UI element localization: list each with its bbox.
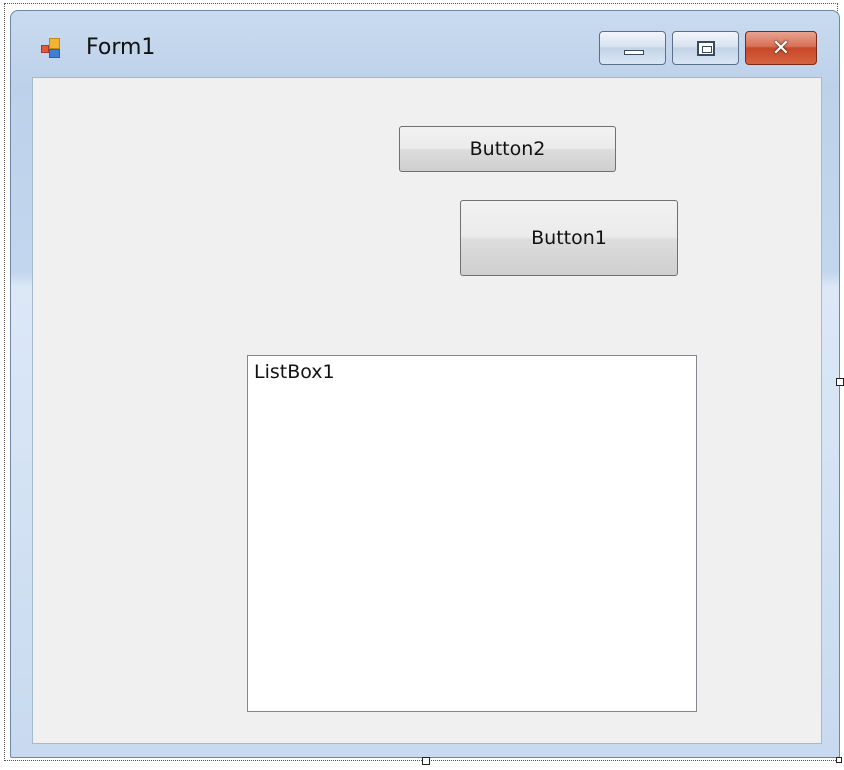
form-app-icon[interactable]: [41, 38, 61, 58]
caption-buttons: ✕: [599, 31, 817, 67]
form-window: Form1 ✕ Button2 Button1 ListBox1: [10, 10, 840, 758]
button2[interactable]: Button2: [399, 126, 616, 172]
title-bar[interactable]: Form1 ✕: [11, 11, 839, 77]
close-button[interactable]: ✕: [745, 31, 817, 65]
maximize-icon: [697, 41, 715, 56]
resize-handle-right[interactable]: [836, 378, 844, 386]
form-client-area: Button2 Button1 ListBox1: [32, 77, 822, 744]
window-title: Form1: [86, 35, 156, 60]
minimize-button[interactable]: [599, 31, 666, 65]
resize-handle-bottom[interactable]: [422, 757, 430, 765]
close-icon: ✕: [771, 35, 791, 61]
resize-handle-corner[interactable]: [836, 757, 842, 763]
listbox1[interactable]: ListBox1: [247, 355, 697, 712]
listbox-placeholder-text: ListBox1: [254, 361, 335, 383]
minimize-icon: [624, 50, 644, 55]
maximize-button[interactable]: [672, 31, 739, 65]
button1[interactable]: Button1: [460, 200, 678, 276]
